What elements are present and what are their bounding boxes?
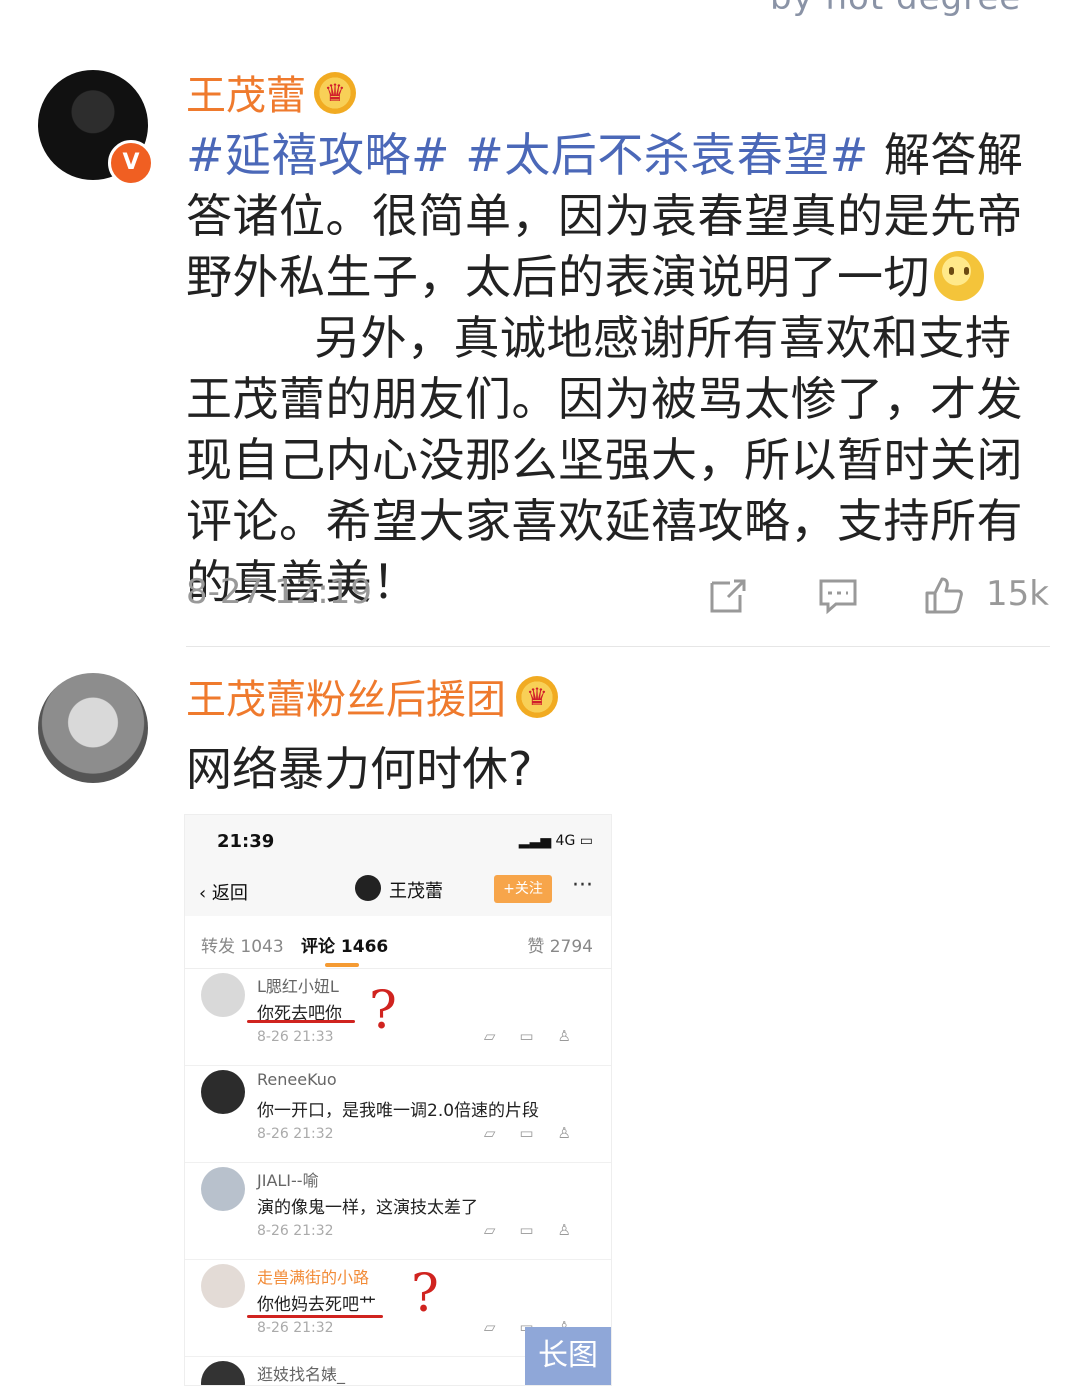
row-name: L腮红小妞L (257, 977, 339, 996)
long-image-badge[interactable]: 长图 (525, 1327, 611, 1385)
divider (186, 646, 1050, 647)
row-action-icons[interactable]: ▱▭♙ (484, 1221, 595, 1239)
like-icon[interactable] (922, 573, 966, 617)
row-name: 走兽满街的小路 (257, 1268, 370, 1287)
row-action-icons[interactable]: ▱▭♙ (484, 1124, 595, 1142)
row-name: 逛妓找名婊_ (257, 1365, 346, 1384)
post-author-name[interactable]: 王茂蕾 (186, 72, 306, 120)
red-question-mark: ? (369, 981, 397, 1041)
network-label: 4G (555, 833, 576, 849)
row-action-icons[interactable]: ▱▭♙ (484, 1027, 595, 1045)
row-name: JIALI--喻 (257, 1171, 319, 1190)
phone-header: 21:39 ▂▃▅ 4G ▭ ‹ 返回 王茂蕾 +关注 ··· (185, 815, 611, 916)
post-text-part: 另外，真诚地感谢所有喜欢和支持王茂蕾的朋友们。因为被骂太惨了，才发现自己内心没那… (186, 311, 1023, 609)
row-text: 你一开口，是我唯一调2.0倍速的片段 (257, 1101, 540, 1121)
comment-text: 网络暴力何时休? (186, 742, 533, 796)
crown-icon: ♛ (516, 676, 558, 718)
row-avatar (201, 1361, 245, 1385)
comment-author-name[interactable]: 王茂蕾粉丝后援团 (186, 676, 506, 724)
back-button[interactable]: ‹ 返回 (199, 879, 248, 905)
row-text: 你他妈去死吧艹 (257, 1295, 376, 1315)
post-time: 8-27 12:19 (186, 572, 372, 612)
tab-repost[interactable]: 转发 1043 (201, 932, 284, 957)
topic-link[interactable]: #延禧攻略# (186, 128, 450, 182)
share-icon[interactable] (706, 573, 750, 617)
commenter-avatar[interactable] (38, 673, 148, 783)
signal-battery-icon: ▂▃▅ 4G ▭ (518, 833, 593, 849)
comment-row[interactable]: JIALI--喻 演的像鬼一样，这演技太差了 8-26 21:32 ▱▭♙ (185, 1163, 611, 1260)
active-tab-indicator (325, 963, 359, 967)
tab-comments[interactable]: 评论 1466 (301, 932, 388, 957)
like-count: 15k (986, 574, 1049, 614)
smile-emoji-icon (934, 251, 984, 301)
row-time: 8-26 21:32 (257, 1320, 334, 1336)
comment-row[interactable]: ReneeKuo 你一开口，是我唯一调2.0倍速的片段 8-26 21:32 ▱… (185, 1066, 611, 1163)
row-avatar (201, 1264, 245, 1308)
phone-time: 21:39 (217, 831, 275, 852)
back-label: 返回 (211, 883, 248, 904)
comment-icon[interactable] (816, 573, 860, 617)
topic-link[interactable]: #太后不杀袁春望# (465, 128, 869, 182)
phone-user-name: 王茂蕾 (389, 881, 443, 902)
watermark: by hot degree (770, 0, 1021, 18)
phone-user-avatar (355, 875, 381, 901)
row-avatar (201, 973, 245, 1017)
red-underline (247, 1315, 383, 1318)
row-time: 8-26 21:33 (257, 1029, 334, 1045)
red-underline (247, 1020, 355, 1023)
tab-likes[interactable]: 赞 2794 (527, 932, 593, 957)
row-name: ReneeKuo (257, 1070, 337, 1089)
row-avatar (201, 1070, 245, 1114)
row-avatar (201, 1167, 245, 1211)
comment-row[interactable]: L腮红小妞L 你死去吧你 ? 8-26 21:33 ▱▭♙ (185, 969, 611, 1066)
crown-icon: ♛ (314, 72, 356, 114)
phone-tabs: 转发 1043 评论 1466 赞 2794 (185, 916, 611, 969)
row-text: 演的像鬼一样，这演技太差了 (257, 1198, 478, 1218)
row-time: 8-26 21:32 (257, 1126, 334, 1142)
more-button[interactable]: ··· (572, 873, 593, 898)
embedded-screenshot[interactable]: 21:39 ▂▃▅ 4G ▭ ‹ 返回 王茂蕾 +关注 ··· 转发 1043 … (184, 814, 612, 1386)
verified-badge-icon: V (108, 140, 154, 186)
follow-button[interactable]: +关注 (494, 875, 552, 903)
red-question-mark: ? (411, 1264, 439, 1324)
row-time: 8-26 21:32 (257, 1223, 334, 1239)
post-text: #延禧攻略# #太后不杀袁春望# 解答解答诸位。很简单，因为袁春望真的是先帝野外… (186, 125, 1046, 613)
